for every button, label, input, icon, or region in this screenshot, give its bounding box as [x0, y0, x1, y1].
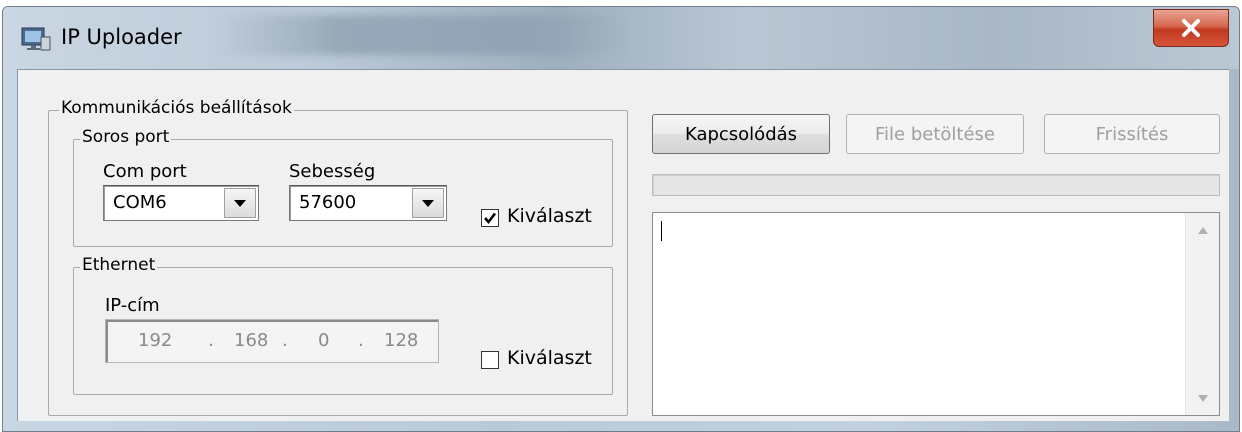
- window-title: IP Uploader: [61, 25, 182, 49]
- com-port-dropdown-button[interactable]: [224, 188, 256, 218]
- ethernet-legend: Ethernet: [80, 255, 158, 275]
- chevron-down-icon: [234, 199, 246, 207]
- refresh-button[interactable]: Frissítés: [1044, 114, 1220, 154]
- ip-octet-1: 192: [138, 330, 173, 351]
- com-port-value: COM6: [113, 192, 167, 213]
- comm-settings-legend: Kommunikációs beállítások: [59, 98, 294, 118]
- serial-port-legend: Soros port: [80, 127, 172, 147]
- ip-separator: .: [208, 330, 214, 351]
- close-icon: [1182, 19, 1200, 37]
- load-file-button[interactable]: File betöltése: [846, 114, 1024, 154]
- ip-octet-2: 168: [234, 330, 269, 351]
- app-icon: [21, 27, 51, 51]
- text-caret: [661, 221, 662, 241]
- client-area: Kommunikációs beállítások Soros port Com…: [17, 69, 1229, 421]
- speed-dropdown-button[interactable]: [412, 188, 444, 218]
- speed-label: Sebesség: [289, 161, 376, 182]
- chevron-down-icon: [422, 199, 434, 207]
- serial-select-checkbox[interactable]: [481, 209, 499, 227]
- arrow-up-icon: [1198, 226, 1208, 234]
- ip-separator: .: [282, 330, 288, 351]
- progress-bar: [652, 174, 1220, 196]
- speed-value: 57600: [299, 192, 357, 213]
- check-icon: [484, 212, 497, 225]
- ethernet-select-checkbox[interactable]: [481, 351, 499, 369]
- ethernet-select-label[interactable]: Kiválaszt: [507, 347, 592, 369]
- com-port-select[interactable]: COM6: [103, 185, 259, 221]
- scroll-up-button[interactable]: [1186, 213, 1220, 247]
- com-port-label: Com port: [103, 161, 187, 182]
- close-button[interactable]: [1153, 9, 1229, 47]
- ip-octet-3: 0: [318, 330, 330, 351]
- ip-separator: .: [358, 330, 364, 351]
- connect-button[interactable]: Kapcsolódás: [652, 114, 830, 154]
- ip-address-label: IP-cím: [105, 295, 160, 316]
- arrow-down-icon: [1198, 394, 1208, 402]
- serial-select-label[interactable]: Kiválaszt: [507, 205, 592, 227]
- vertical-scrollbar[interactable]: [1185, 213, 1219, 415]
- log-textarea[interactable]: [652, 212, 1220, 416]
- comm-settings-group: Kommunikációs beállítások Soros port Com…: [48, 98, 628, 416]
- app-window: IP Uploader Kommunikációs beállítások So…: [2, 6, 1240, 432]
- speed-select[interactable]: 57600: [289, 185, 447, 221]
- ip-octet-4: 128: [384, 330, 419, 351]
- scroll-down-button[interactable]: [1186, 381, 1220, 415]
- ip-address-field[interactable]: 192 . 168 . 0 . 128: [105, 319, 439, 363]
- title-bar[interactable]: IP Uploader: [3, 7, 1239, 69]
